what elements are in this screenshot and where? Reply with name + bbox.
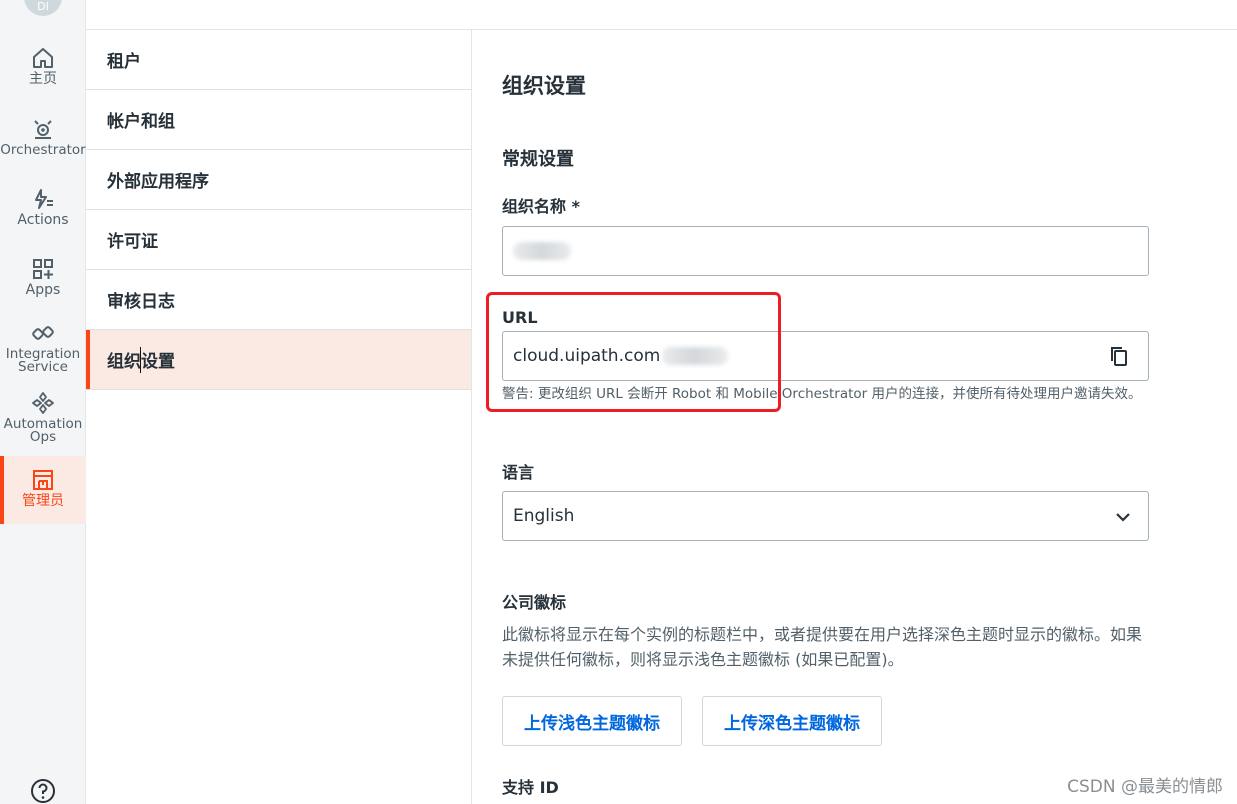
upload-dark-logo-button[interactable]: 上传深色主题徽标 — [702, 696, 882, 746]
rail-item-orchestrator[interactable]: Orchestrator — [0, 117, 86, 185]
subnav-item-licenses[interactable]: 许可证 — [86, 210, 471, 270]
subnav-item-accounts-groups[interactable]: 帐户和组 — [86, 90, 471, 150]
rail-label-actions: Actions — [17, 212, 69, 228]
rail-label-home: 主页 — [29, 71, 57, 87]
upload-light-logo-label: 上传浅色主题徽标 — [524, 713, 660, 734]
actions-icon — [35, 189, 53, 209]
text-cursor — [140, 347, 141, 373]
url-value: cloud.uipath.com — [513, 346, 661, 366]
subnav-label: 帐户和组 — [107, 112, 175, 132]
rail-label-admin: 管理员 — [22, 493, 64, 509]
subnav-item-tenants[interactable]: 租户 — [86, 30, 471, 90]
subnav-label: 许可证 — [107, 232, 158, 252]
url-warning: 警告: 更改组织 URL 会断开 Robot 和 Mobile Orchestr… — [502, 386, 1142, 402]
rail-label-automation-2: Ops — [29, 429, 57, 445]
redacted-value — [513, 242, 571, 260]
company-logo-description: 此徽标将显示在每个实例的标题栏中，或者提供要在用户选择深色主题时显示的徽标。如果… — [502, 625, 1143, 669]
subnav-label: 组织设置 — [107, 352, 175, 372]
rail-item-admin[interactable]: 管理员 — [0, 456, 86, 524]
support-id-label: 支持 ID — [502, 778, 559, 797]
apps-icon — [33, 259, 53, 279]
language-label: 语言 — [502, 463, 535, 482]
copy-icon[interactable] — [1108, 345, 1130, 367]
subnav-label: 审核日志 — [107, 292, 175, 312]
left-rail: DI 主页 Orchestrator Actions Apps Integrat… — [0, 0, 86, 804]
automation-ops-icon — [32, 392, 54, 414]
subnav-label: 租户 — [107, 52, 141, 72]
admin-icon — [33, 470, 53, 490]
avatar[interactable]: DI — [24, 0, 62, 16]
watermark: CSDN @最美的情郎 — [1067, 777, 1223, 797]
language-select[interactable]: English — [502, 491, 1149, 541]
orchestrator-icon — [34, 120, 52, 139]
top-bar — [86, 0, 1237, 30]
subnav-item-external-apps[interactable]: 外部应用程序 — [86, 150, 471, 210]
org-name-input[interactable] — [502, 226, 1149, 276]
subnav-label: 外部应用程序 — [107, 172, 209, 192]
url-field[interactable]: cloud.uipath.com — [502, 331, 1149, 381]
admin-subnav: 租户 帐户和组 外部应用程序 许可证 审核日志 组织设置 — [86, 30, 472, 804]
integration-icon — [32, 326, 54, 340]
rail-item-apps[interactable]: Apps — [0, 257, 86, 325]
url-label: URL — [502, 308, 538, 327]
rail-item-integration-service[interactable]: Integration Service — [0, 321, 86, 389]
upload-light-logo-button[interactable]: 上传浅色主题徽标 — [502, 696, 682, 746]
company-logo-title: 公司徽标 — [502, 593, 567, 612]
language-value: English — [513, 506, 575, 526]
org-settings-panel: 组织设置 常规设置 组织名称 * URL cloud.uipath.com 警告… — [472, 30, 1237, 804]
rail-item-automation-ops[interactable]: Automation Ops — [0, 391, 86, 459]
redacted-url-suffix — [662, 347, 729, 365]
avatar-initials: DI — [37, 0, 49, 13]
help-icon[interactable] — [30, 778, 56, 804]
rail-label-integration-2: Service — [18, 359, 68, 375]
subnav-item-org-settings[interactable]: 组织设置 — [86, 330, 471, 390]
upload-dark-logo-label: 上传深色主题徽标 — [724, 713, 860, 734]
rail-item-actions[interactable]: Actions — [0, 187, 86, 255]
chevron-down-icon — [1116, 513, 1130, 522]
subnav-item-audit-logs[interactable]: 审核日志 — [86, 270, 471, 330]
rail-item-home[interactable]: 主页 — [0, 46, 86, 114]
page-title: 组织设置 — [502, 74, 586, 98]
general-settings-title: 常规设置 — [502, 149, 574, 170]
rail-label-apps: Apps — [25, 282, 61, 298]
org-name-label: 组织名称 * — [502, 197, 580, 216]
rail-label-orchestrator: Orchestrator — [0, 142, 86, 158]
home-icon — [33, 48, 53, 68]
